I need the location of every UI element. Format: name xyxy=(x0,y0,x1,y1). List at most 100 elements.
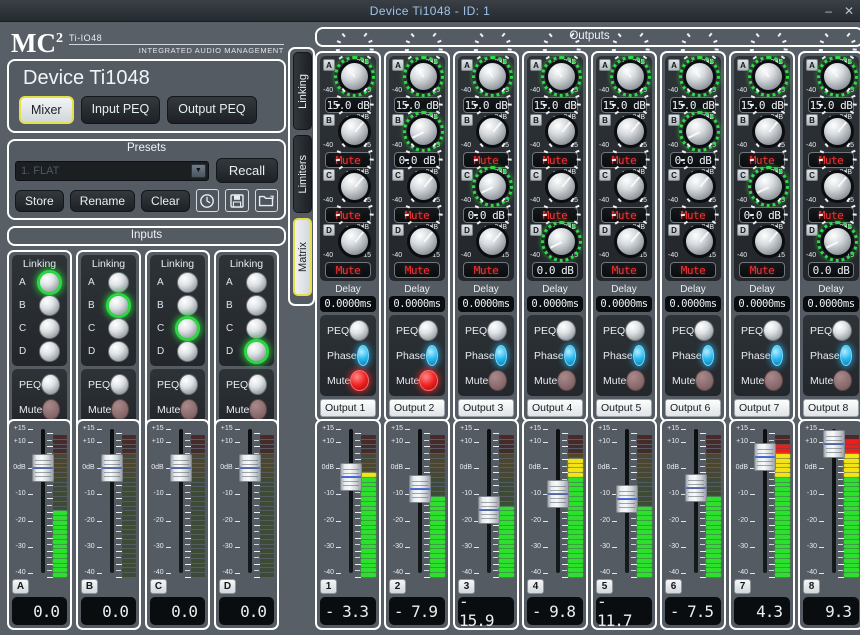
linking-button-b[interactable] xyxy=(108,295,129,316)
fader-lane[interactable] xyxy=(410,425,428,577)
phase-button[interactable] xyxy=(357,345,369,366)
delay-value[interactable]: 0.0000ms xyxy=(803,296,859,312)
peq-button[interactable] xyxy=(248,374,267,395)
fader-lane[interactable] xyxy=(171,425,189,577)
matrix-value-readout[interactable]: Mute xyxy=(739,152,785,168)
matrix-value-readout[interactable]: Mute xyxy=(808,207,854,223)
matrix-value-readout[interactable]: 0.0 dB xyxy=(463,207,509,223)
matrix-value-readout[interactable]: Mute xyxy=(463,262,509,278)
save-icon[interactable] xyxy=(225,189,248,212)
recall-button[interactable]: Recall xyxy=(216,158,278,183)
tab-input-peq[interactable]: Input PEQ xyxy=(81,96,161,124)
delay-value[interactable]: 0.0000ms xyxy=(596,296,652,312)
output-name-field[interactable]: Output 8 xyxy=(803,399,859,417)
matrix-value-readout[interactable]: Mute xyxy=(601,207,647,223)
side-tab-linking[interactable]: Linking xyxy=(293,52,312,130)
mute-button[interactable] xyxy=(180,399,198,420)
fader-lane[interactable] xyxy=(341,425,359,577)
matrix-value-readout[interactable]: Mute xyxy=(532,152,578,168)
matrix-knob-d[interactable] xyxy=(752,225,785,258)
clear-button[interactable]: Clear xyxy=(141,190,190,212)
linking-button-b[interactable] xyxy=(177,295,198,316)
matrix-knob-d[interactable] xyxy=(476,225,509,258)
phase-button[interactable] xyxy=(840,345,852,366)
linking-button-c[interactable] xyxy=(108,318,129,339)
mute-button[interactable] xyxy=(833,370,852,391)
mute-button[interactable] xyxy=(42,399,60,420)
matrix-knob-d[interactable] xyxy=(338,225,371,258)
fader-lane[interactable] xyxy=(548,425,566,577)
peq-button[interactable] xyxy=(110,374,129,395)
side-tab-limiters[interactable]: Limiters xyxy=(293,135,312,213)
mute-button[interactable] xyxy=(764,370,783,391)
peq-button[interactable] xyxy=(418,320,438,341)
matrix-value-readout[interactable]: 15.0 dB xyxy=(394,97,440,113)
preset-select[interactable]: 1. FLAT ▼ xyxy=(15,161,209,181)
store-button[interactable]: Store xyxy=(15,190,64,212)
matrix-value-readout[interactable]: 15.0 dB xyxy=(739,97,785,113)
peq-button[interactable] xyxy=(349,320,369,341)
minimize-icon[interactable]: – xyxy=(825,6,832,16)
fader-handle[interactable] xyxy=(547,480,569,508)
matrix-value-readout[interactable]: Mute xyxy=(532,207,578,223)
output-name-field[interactable]: Output 5 xyxy=(596,399,652,417)
fader-handle[interactable] xyxy=(170,454,192,482)
mute-button[interactable] xyxy=(350,370,369,391)
rename-button[interactable]: Rename xyxy=(70,190,135,212)
phase-button[interactable] xyxy=(702,345,714,366)
tab-mixer[interactable]: Mixer xyxy=(19,96,74,124)
matrix-value-readout[interactable]: 15.0 dB xyxy=(670,97,716,113)
delay-value[interactable]: 0.0000ms xyxy=(527,296,583,312)
matrix-knob-d[interactable] xyxy=(683,225,716,258)
delay-value[interactable]: 0.0000ms xyxy=(734,296,790,312)
matrix-value-readout[interactable]: 15.0 dB xyxy=(325,97,371,113)
linking-button-b[interactable] xyxy=(246,295,267,316)
output-name-field[interactable]: Output 2 xyxy=(389,399,445,417)
output-name-field[interactable]: Output 1 xyxy=(320,399,376,417)
fader-handle[interactable] xyxy=(32,454,54,482)
fader-track[interactable] xyxy=(349,429,353,573)
linking-button-a[interactable] xyxy=(108,272,129,293)
fader-track[interactable] xyxy=(110,429,114,573)
matrix-value-readout[interactable]: Mute xyxy=(463,152,509,168)
mute-button[interactable] xyxy=(626,370,645,391)
fader-handle[interactable] xyxy=(616,485,638,513)
matrix-value-readout[interactable]: Mute xyxy=(601,152,647,168)
fader-track[interactable] xyxy=(248,429,252,573)
fader-handle[interactable] xyxy=(685,474,707,502)
peq-button[interactable] xyxy=(487,320,507,341)
peq-button[interactable] xyxy=(41,374,60,395)
matrix-knob-d[interactable] xyxy=(407,225,440,258)
output-name-field[interactable]: Output 6 xyxy=(665,399,721,417)
fader-handle[interactable] xyxy=(823,430,845,458)
fader-lane[interactable] xyxy=(824,425,842,577)
matrix-value-readout[interactable]: 0.0 dB xyxy=(808,262,854,278)
matrix-value-readout[interactable]: Mute xyxy=(325,262,371,278)
fader-lane[interactable] xyxy=(479,425,497,577)
matrix-value-readout[interactable]: 15.0 dB xyxy=(601,97,647,113)
delay-value[interactable]: 0.0000ms xyxy=(389,296,445,312)
close-icon[interactable]: ✕ xyxy=(844,6,854,16)
linking-button-a[interactable] xyxy=(177,272,198,293)
matrix-knob-d[interactable] xyxy=(614,225,647,258)
matrix-value-readout[interactable]: Mute xyxy=(394,207,440,223)
matrix-value-readout[interactable]: 15.0 dB xyxy=(808,97,854,113)
delay-value[interactable]: 0.0000ms xyxy=(665,296,721,312)
matrix-value-readout[interactable]: Mute xyxy=(325,152,371,168)
fader-handle[interactable] xyxy=(101,454,123,482)
matrix-value-readout[interactable]: 0.0 dB xyxy=(532,262,578,278)
linking-button-c[interactable] xyxy=(39,318,60,339)
linking-button-d[interactable] xyxy=(177,341,198,362)
phase-button[interactable] xyxy=(633,345,645,366)
fader-handle[interactable] xyxy=(478,496,500,524)
fader-lane[interactable] xyxy=(102,425,120,577)
fader-lane[interactable] xyxy=(755,425,773,577)
fader-lane[interactable] xyxy=(33,425,51,577)
fader-lane[interactable] xyxy=(617,425,635,577)
mute-button[interactable] xyxy=(557,370,576,391)
matrix-value-readout[interactable]: Mute xyxy=(739,262,785,278)
matrix-value-readout[interactable]: Mute xyxy=(394,262,440,278)
matrix-value-readout[interactable]: Mute xyxy=(601,262,647,278)
matrix-value-readout[interactable]: 15.0 dB xyxy=(532,97,578,113)
delay-value[interactable]: 0.0000ms xyxy=(320,296,376,312)
